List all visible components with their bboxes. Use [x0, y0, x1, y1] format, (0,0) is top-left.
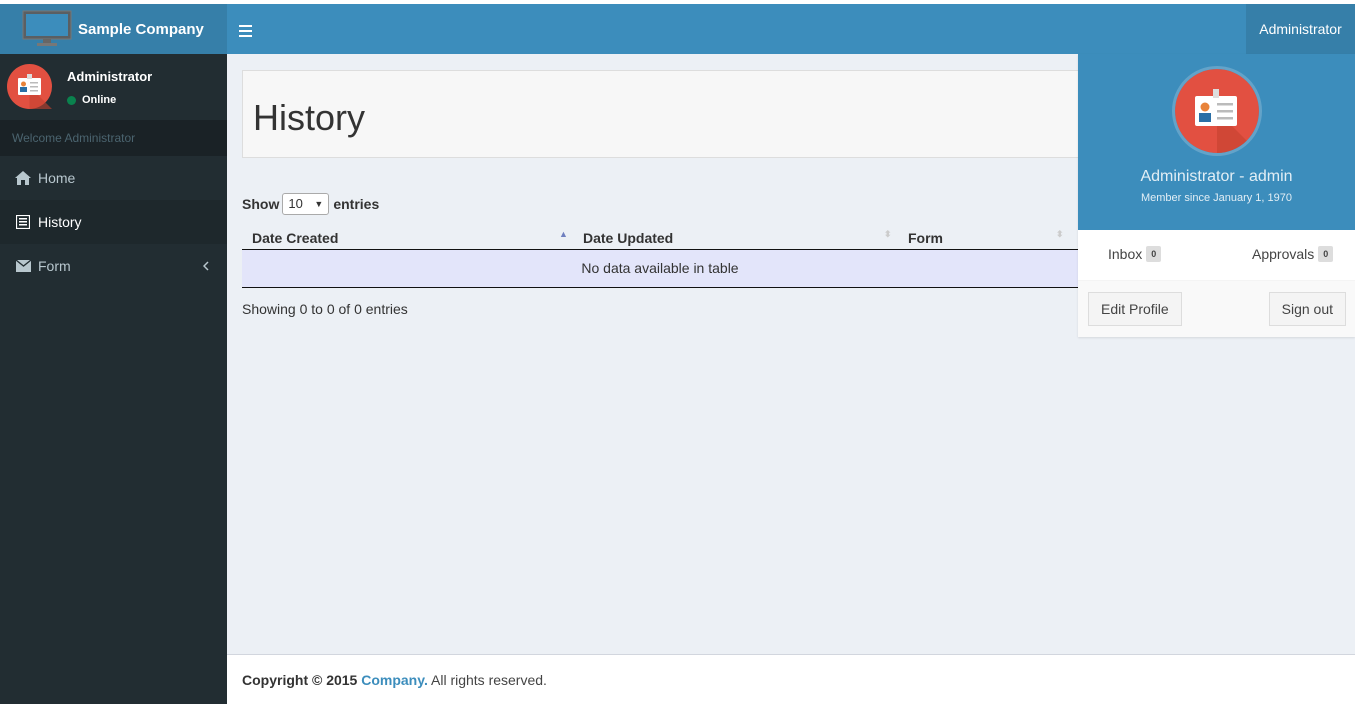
sidebar-item-label: Form	[38, 258, 71, 274]
user-status[interactable]: Online	[67, 94, 116, 106]
top-navbar: Administrator	[227, 4, 1355, 54]
monitor-icon	[22, 10, 72, 48]
copyright-text: Copyright © 2015	[242, 672, 358, 688]
user-menu-button[interactable]: Administrator	[1246, 4, 1355, 54]
page-length-select[interactable]: 10 ▼	[282, 193, 330, 215]
user-dropdown: Administrator - admin Member since Janua…	[1078, 54, 1355, 337]
inbox-count-badge: 0	[1146, 246, 1162, 262]
column-header-form[interactable]: Form	[908, 230, 943, 246]
member-since: Member since January 1, 1970	[1140, 192, 1293, 204]
table-info: Showing 0 to 0 of 0 entries	[242, 301, 408, 317]
sign-out-button[interactable]: Sign out	[1268, 292, 1346, 326]
online-dot-icon	[67, 95, 76, 105]
sidebar-user-name: Administrator	[67, 69, 153, 84]
page-length-value: 10	[288, 196, 303, 211]
inbox-link[interactable]: Inbox 0	[1108, 246, 1162, 262]
sidebar-toggle-button[interactable]	[239, 18, 257, 40]
sort-asc-icon: ▲	[559, 229, 568, 239]
list-icon	[15, 214, 31, 230]
page-length-control: Show 10 ▼ entries	[242, 193, 379, 215]
chevron-left-icon	[202, 258, 209, 274]
user-panel: Administrator Online	[0, 54, 227, 120]
logo-text: Sample Company	[78, 20, 204, 38]
footer: Copyright © 2015 Company. All rights res…	[227, 654, 1355, 704]
table-empty-row: No data available in table	[242, 250, 1078, 288]
sidebar-item-form[interactable]: Form	[0, 244, 227, 288]
show-label: Show	[242, 196, 280, 212]
sidebar-header: Welcome Administrator	[0, 120, 227, 156]
user-dropdown-body: Inbox 0 Approvals 0	[1078, 230, 1355, 281]
page-header: History	[242, 70, 1092, 158]
column-header-date-updated[interactable]: Date Updated	[583, 230, 673, 246]
sidebar-item-home[interactable]: Home	[0, 156, 227, 200]
column-header-date-created[interactable]: Date Created	[252, 230, 338, 246]
sidebar-item-history[interactable]: History	[0, 200, 227, 244]
page-title: History	[253, 97, 366, 138]
dropdown-user-name: Administrator - admin	[1140, 168, 1293, 185]
edit-profile-button[interactable]: Edit Profile	[1088, 292, 1182, 326]
avatar	[1172, 66, 1262, 156]
table-header: Date Created ▲ Date Updated ⬍ Form ⬍	[242, 225, 1078, 250]
user-dropdown-header: Administrator - admin Member since Janua…	[1078, 54, 1355, 230]
rights-text: All rights reserved.	[431, 672, 547, 688]
approvals-count-badge: 0	[1318, 246, 1334, 262]
logo[interactable]: Sample Company	[0, 4, 227, 54]
status-text: Online	[82, 94, 117, 106]
sidebar-item-label: Home	[38, 170, 76, 186]
inbox-label: Inbox	[1108, 246, 1143, 262]
entries-label: entries	[333, 196, 380, 212]
approvals-label: Approvals	[1252, 246, 1315, 262]
sidebar: Administrator Online Welcome Administrat…	[0, 54, 227, 704]
history-table: Date Created ▲ Date Updated ⬍ Form ⬍ No …	[242, 225, 1078, 288]
sort-icon: ⬍	[884, 229, 892, 239]
user-dropdown-footer: Edit Profile Sign out	[1078, 281, 1355, 337]
sort-icon: ⬍	[1056, 229, 1064, 239]
sidebar-item-label: History	[38, 214, 82, 230]
envelope-icon	[15, 258, 31, 274]
company-link[interactable]: Company.	[361, 672, 428, 688]
home-icon	[15, 170, 31, 186]
avatar	[7, 64, 52, 109]
approvals-link[interactable]: Approvals 0	[1252, 246, 1334, 262]
dropdown-arrow-icon: ▼	[314, 199, 324, 209]
